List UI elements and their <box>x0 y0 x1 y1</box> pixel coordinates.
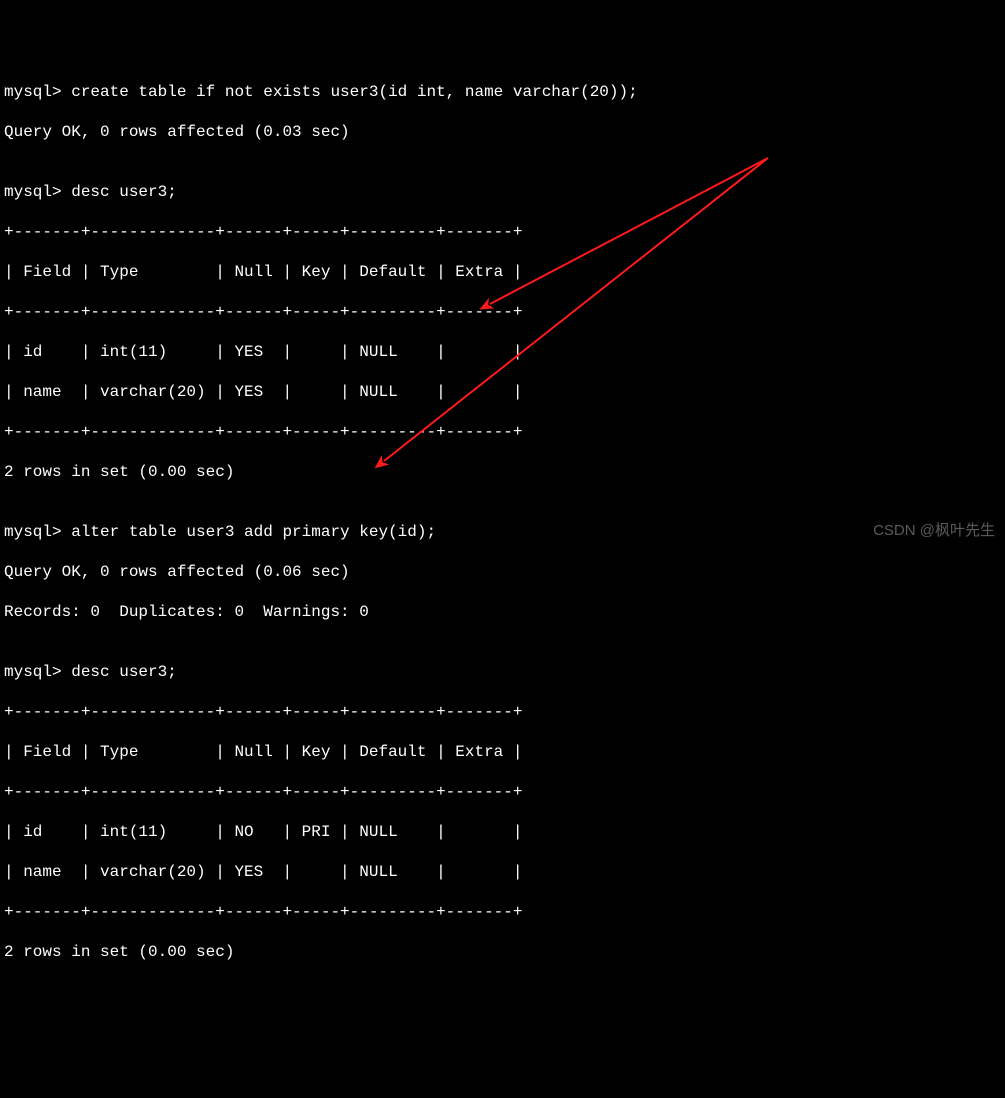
terminal-line: mysql> alter table user3 add primary key… <box>4 522 1001 542</box>
table-border: +-------+-------------+------+-----+----… <box>4 902 1001 922</box>
terminal-line: Records: 0 Duplicates: 0 Warnings: 0 <box>4 602 1001 622</box>
table-row: | name | varchar(20) | YES | | NULL | | <box>4 862 1001 882</box>
table-row: | name | varchar(20) | YES | | NULL | | <box>4 382 1001 402</box>
table-border: +-------+-------------+------+-----+----… <box>4 782 1001 802</box>
table-border: +-------+-------------+------+-----+----… <box>4 422 1001 442</box>
table-header: | Field | Type | Null | Key | Default | … <box>4 262 1001 282</box>
table-border: +-------+-------------+------+-----+----… <box>4 222 1001 242</box>
table-row: | id | int(11) | YES | | NULL | | <box>4 342 1001 362</box>
table-border: +-------+-------------+------+-----+----… <box>4 702 1001 722</box>
terminal-line: Query OK, 0 rows affected (0.06 sec) <box>4 562 1001 582</box>
terminal-line: 2 rows in set (0.00 sec) <box>4 462 1001 482</box>
terminal-line: 2 rows in set (0.00 sec) <box>4 942 1001 962</box>
table-row: | id | int(11) | NO | PRI | NULL | | <box>4 822 1001 842</box>
watermark: CSDN @枫叶先生 <box>873 522 995 541</box>
table-border: +-------+-------------+------+-----+----… <box>4 302 1001 322</box>
table-header: | Field | Type | Null | Key | Default | … <box>4 742 1001 762</box>
terminal-line: Query OK, 0 rows affected (0.03 sec) <box>4 122 1001 142</box>
terminal-line: mysql> desc user3; <box>4 182 1001 202</box>
terminal-line: mysql> create table if not exists user3(… <box>4 82 1001 102</box>
terminal-line: mysql> desc user3; <box>4 662 1001 682</box>
